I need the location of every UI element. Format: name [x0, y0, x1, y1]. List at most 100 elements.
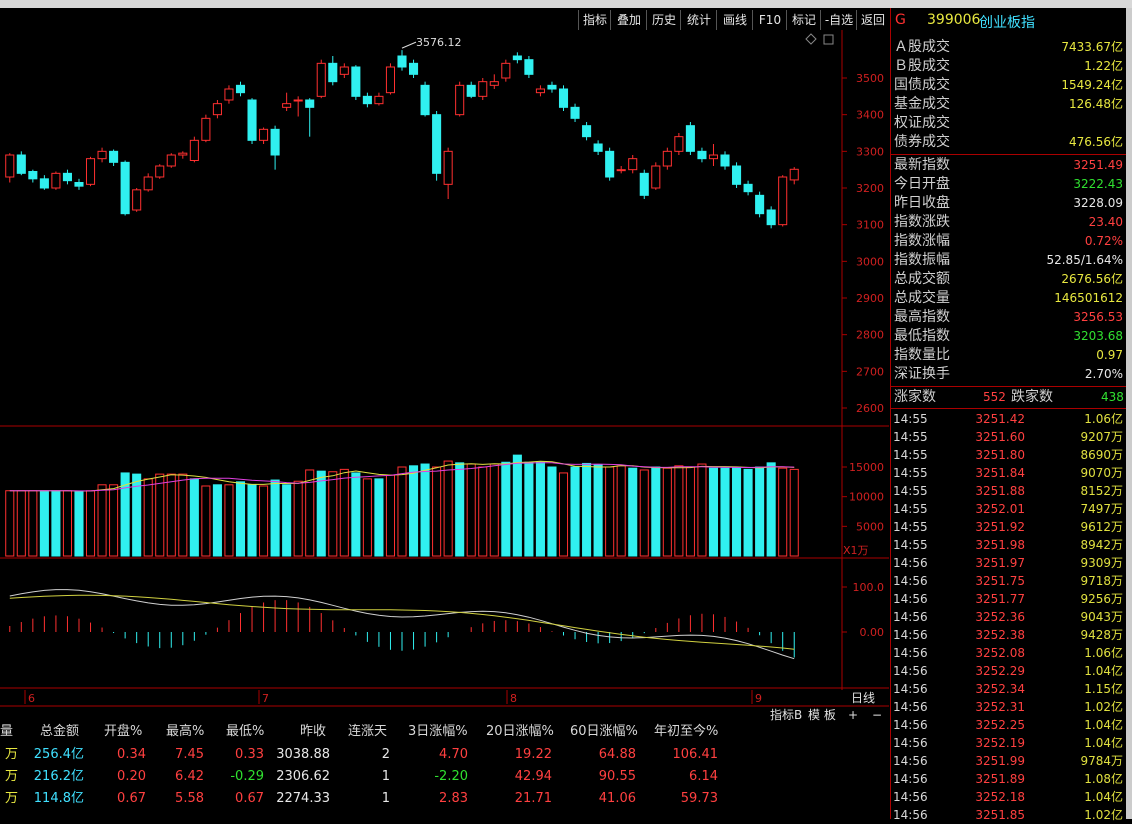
candle-body[interactable] [593, 143, 603, 152]
candle-body[interactable] [51, 172, 61, 189]
chart-tab-2[interactable]: + [848, 708, 858, 722]
candle-body[interactable] [662, 150, 672, 167]
vertical-scrollbar[interactable] [1126, 8, 1132, 819]
chart-tab-0[interactable]: 指标B [770, 707, 802, 722]
candle-body[interactable] [478, 81, 488, 97]
toolbar-button-6[interactable]: 标记 [786, 10, 821, 30]
candle-body[interactable] [582, 125, 592, 138]
candle-body[interactable] [74, 182, 84, 187]
candle-body[interactable] [789, 168, 799, 181]
candle-body[interactable] [166, 154, 176, 167]
candle-body[interactable] [282, 103, 292, 108]
candle-body[interactable] [512, 55, 522, 61]
candle-body[interactable] [628, 158, 638, 171]
candle-body[interactable] [385, 66, 396, 94]
column-header[interactable]: 开盘% [104, 722, 142, 742]
candle-body[interactable] [293, 99, 303, 102]
candle-body[interactable] [305, 99, 315, 108]
candle-body[interactable] [420, 84, 430, 116]
candle-body[interactable] [362, 95, 372, 105]
candle-body[interactable] [39, 178, 49, 189]
diamond-icon[interactable] [805, 33, 817, 45]
candle-body[interactable] [316, 62, 326, 97]
candle-body[interactable] [201, 117, 211, 141]
candle-body[interactable] [674, 136, 684, 152]
column-header[interactable]: 年初至今% [654, 722, 718, 742]
candle-body[interactable] [374, 95, 384, 105]
candle-body[interactable] [212, 103, 222, 116]
candle-body[interactable] [524, 59, 534, 75]
candle-body[interactable] [5, 154, 15, 178]
candle-body[interactable] [778, 176, 788, 226]
candle-body[interactable] [732, 165, 742, 185]
column-header[interactable]: 最低% [226, 722, 264, 742]
candle-body[interactable] [132, 189, 142, 211]
column-header[interactable]: 最高% [166, 722, 204, 742]
candle-body[interactable] [535, 88, 545, 94]
candle-body[interactable] [408, 62, 419, 75]
candle-body[interactable] [466, 84, 476, 97]
chart-tab-1[interactable]: 模 板 [808, 708, 836, 722]
toolbar-button-1[interactable]: 叠加 [610, 10, 647, 30]
candle-body[interactable] [697, 150, 707, 160]
candle-body[interactable] [397, 55, 407, 68]
chart-tab-3[interactable]: − [872, 708, 882, 722]
candle-body[interactable] [143, 176, 153, 191]
column-header[interactable]: 量 [0, 722, 13, 742]
candle-body[interactable] [708, 154, 719, 160]
candle-body[interactable] [224, 88, 234, 101]
candle-body[interactable] [178, 152, 188, 156]
candle-body[interactable] [766, 209, 776, 226]
candle-body[interactable] [685, 125, 695, 152]
toolbar-button-0[interactable]: 指标 [578, 10, 611, 30]
candle-body[interactable] [720, 154, 730, 167]
toolbar-button-7[interactable]: -自选 [820, 10, 857, 30]
column-header[interactable]: 60日涨幅% [570, 722, 638, 742]
candle-body[interactable] [270, 128, 280, 156]
candle-body[interactable] [339, 66, 349, 75]
column-header[interactable]: 3日涨幅% [408, 722, 468, 742]
candle-body[interactable] [639, 172, 649, 196]
candle-body[interactable] [616, 169, 626, 172]
candle-body[interactable] [120, 161, 130, 215]
candle-body[interactable] [259, 128, 269, 141]
candle-body[interactable] [432, 114, 442, 174]
candle-body[interactable] [85, 158, 96, 185]
candle-body[interactable] [455, 84, 465, 116]
toolbar-button-2[interactable]: 历史 [646, 10, 681, 30]
candle-body[interactable] [501, 62, 511, 79]
candle-body[interactable] [443, 150, 453, 185]
candle-body[interactable] [109, 150, 119, 163]
period-label[interactable]: 日线 [851, 691, 875, 705]
column-header[interactable]: 总金额 [40, 722, 79, 742]
column-header[interactable]: 连涨天 [348, 722, 387, 742]
candle-body[interactable] [16, 154, 26, 174]
toolbar-button-8[interactable]: 返回 [856, 10, 889, 30]
toolbar-button-4[interactable]: 画线 [716, 10, 753, 30]
table-row[interactable]: 万 256.4亿 0.34 7.45 0.33 3038.88 2 4.70 19.22 64.8… [0, 744, 889, 766]
candle-body[interactable] [489, 81, 499, 86]
table-row[interactable]: 万 114.8亿 0.67 5.58 0.67 2274.33 1 2.83 21.71 41.0… [0, 788, 889, 810]
column-header[interactable]: 昨收 [300, 722, 326, 742]
candle-body[interactable] [651, 165, 661, 189]
candle-body[interactable] [28, 171, 38, 180]
table-row[interactable]: 万 216.2亿 0.20 6.42 -0.29 2306.62 1 -2.20 42.94 90… [0, 766, 889, 788]
candle-body[interactable] [558, 88, 569, 108]
candle-body[interactable] [235, 84, 246, 94]
candle-body[interactable] [547, 84, 557, 90]
toolbar-button-5[interactable]: F10 [752, 10, 787, 30]
candle-body[interactable] [97, 150, 107, 160]
column-header[interactable]: 20日涨幅% [486, 722, 554, 742]
candle-body[interactable] [247, 99, 257, 141]
candle-body[interactable] [570, 106, 580, 119]
candle-body[interactable] [328, 62, 338, 83]
kline-chart[interactable]: 3500 3400 3300 3200 3100 3000 2900 2800 2700 2600… [0, 30, 889, 722]
candle-body[interactable] [755, 194, 765, 215]
square-icon[interactable] [823, 34, 834, 45]
candle-body[interactable] [351, 66, 361, 97]
toolbar-button-3[interactable]: 统计 [680, 10, 717, 30]
candle-body[interactable] [189, 139, 199, 162]
candle-body[interactable] [743, 183, 753, 193]
candle-body[interactable] [62, 172, 72, 182]
candle-body[interactable] [605, 150, 615, 178]
